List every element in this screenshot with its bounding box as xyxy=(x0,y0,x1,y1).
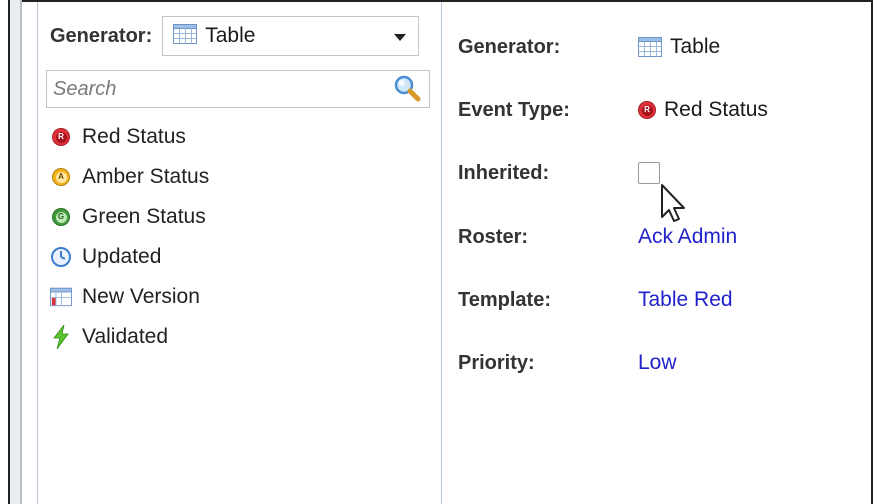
green-status-icon: G xyxy=(50,206,72,228)
detail-row-priority: Priority: Low xyxy=(458,343,868,383)
priority-link[interactable]: Low xyxy=(638,351,677,375)
mouse-cursor-icon xyxy=(661,184,685,222)
generator-row: Generator: Table xyxy=(50,16,420,56)
list-item-updated[interactable]: Updated xyxy=(50,237,209,277)
detail-label: Generator: xyxy=(458,35,561,58)
list-item-new-version[interactable]: New Version xyxy=(50,277,209,317)
table-icon xyxy=(638,37,662,57)
table-version-icon xyxy=(50,286,72,308)
amber-status-icon: A xyxy=(50,166,72,188)
generator-label: Generator: xyxy=(50,24,153,47)
table-icon xyxy=(173,23,198,49)
inherited-checkbox[interactable] xyxy=(638,162,660,184)
detail-row-generator: Generator: Table xyxy=(458,27,868,67)
red-status-icon: R xyxy=(50,126,72,148)
detail-row-template: Template: Table Red xyxy=(458,280,868,320)
list-item-validated[interactable]: Validated xyxy=(50,317,209,357)
magnifier-icon[interactable] xyxy=(391,73,423,105)
event-type-list: R Red Status A Amber Status G Green Stat… xyxy=(50,117,209,357)
clock-refresh-icon xyxy=(50,246,72,268)
search-input[interactable] xyxy=(53,75,383,103)
event-type-panel: Generator: Table Search R Red Status A A… xyxy=(37,2,442,504)
search-box xyxy=(46,70,430,108)
list-item-label: Amber Status xyxy=(82,165,210,188)
generator-value: Table xyxy=(670,35,721,58)
detail-label: Template: xyxy=(458,288,551,311)
list-item-green-status[interactable]: G Green Status xyxy=(50,197,209,237)
detail-value: Table xyxy=(638,35,720,59)
list-item-label: Green Status xyxy=(82,205,206,228)
list-item-amber-status[interactable]: A Amber Status xyxy=(50,157,209,197)
list-item-label: Validated xyxy=(82,325,169,348)
list-item-label: Updated xyxy=(82,245,162,268)
detail-row-event-type: Event Type: R Red Status xyxy=(458,90,868,130)
list-item-label: New Version xyxy=(82,285,200,308)
detail-label: Roster: xyxy=(458,225,529,248)
list-item-red-status[interactable]: R Red Status xyxy=(50,117,209,157)
generator-selected-value: Table xyxy=(205,24,256,47)
detail-label: Event Type: xyxy=(458,98,570,121)
detail-label: Inherited: xyxy=(458,161,550,184)
lightning-icon xyxy=(50,325,72,349)
window-frame-right xyxy=(871,0,873,504)
generator-select[interactable]: Table xyxy=(162,16,420,56)
event-type-value: Red Status xyxy=(664,98,768,121)
detail-label: Priority: xyxy=(458,351,535,374)
detail-value: R Red Status xyxy=(638,98,768,122)
red-status-icon: R xyxy=(638,101,656,119)
window-gutter-border xyxy=(20,0,22,504)
list-item-label: Red Status xyxy=(82,125,186,148)
template-link[interactable]: Table Red xyxy=(638,288,733,312)
chevron-down-icon[interactable] xyxy=(394,34,407,41)
roster-link[interactable]: Ack Admin xyxy=(638,225,737,249)
window-gutter xyxy=(10,0,20,504)
